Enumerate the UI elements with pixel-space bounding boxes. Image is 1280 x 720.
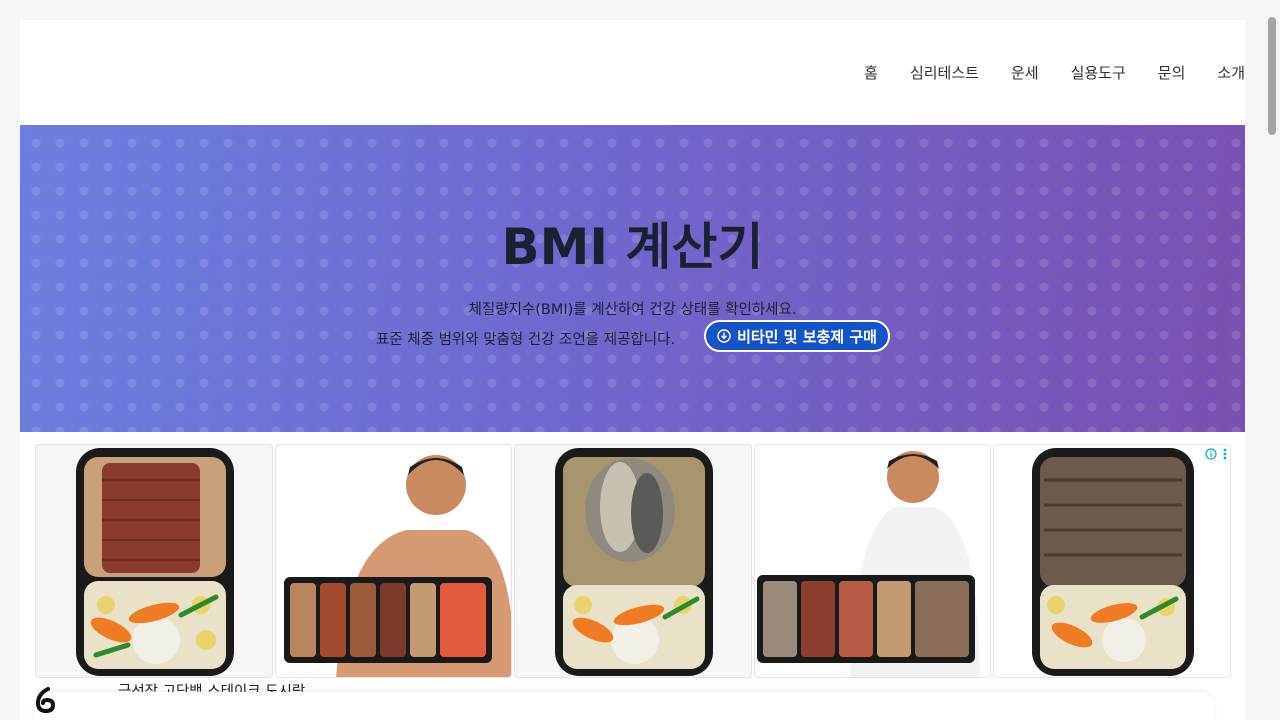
model-with-lunchboxes-image [756,451,980,677]
main-nav: 홈 심리테스트 운세 실용도구 문의 소개 [832,62,1245,83]
info-icon[interactable] [1205,445,1217,464]
nav-item-contact[interactable]: 문의 [1158,62,1186,83]
lunchbox-image [1032,448,1195,676]
ad-product-lunchbox-2[interactable] [514,444,752,678]
buy-button-label: 비타민 및 보충제 구매 [737,327,877,346]
download-circle-icon [717,329,731,343]
ad-brand-icon[interactable] [34,686,58,718]
page-scrollbar[interactable] [1262,0,1280,720]
ad-product-lunchbox-1[interactable] [35,444,273,678]
nav-item-fortune[interactable]: 운세 [1011,62,1039,83]
ad-product-model-1[interactable] [274,444,513,678]
ad-controls [1205,445,1227,464]
nav-item-about[interactable]: 소개 [1217,62,1245,83]
lunchbox-image [555,448,714,676]
model-with-lunchboxes-image [283,455,512,677]
ad-product-lunchbox-3[interactable] [993,444,1231,678]
buy-supplements-button[interactable]: 비타민 및 보충제 구매 [704,320,890,352]
lunchbox-image [76,448,234,676]
nav-item-tools[interactable]: 실용도구 [1071,62,1126,83]
hero-banner: BMI 계산기 체질량지수(BMI)를 계산하여 건강 상태를 확인하세요. 표… [20,125,1245,432]
ad-banner[interactable] [35,444,1231,678]
nav-item-psych-test[interactable]: 심리테스트 [910,62,979,83]
site-header: 홈 심리테스트 운세 실용도구 문의 소개 [20,20,1245,125]
hero-subtitle-line1: 체질량지수(BMI)를 계산하여 건강 상태를 확인하세요. [468,302,797,318]
ad-bottom-panel [34,692,1214,720]
page: 홈 심리테스트 운세 실용도구 문의 소개 BMI 계산기 체질량지수(BMI)… [20,20,1245,720]
nav-item-home[interactable]: 홈 [864,62,878,83]
ad-product-model-2[interactable] [753,444,992,678]
scrollbar-thumb[interactable] [1268,17,1276,135]
hero-subtitle-line2: 표준 체중 범위와 맞춤형 건강 조언을 제공합니다. [376,332,676,348]
more-vertical-icon[interactable] [1223,445,1227,464]
page-title: BMI 계산기 [501,218,764,276]
